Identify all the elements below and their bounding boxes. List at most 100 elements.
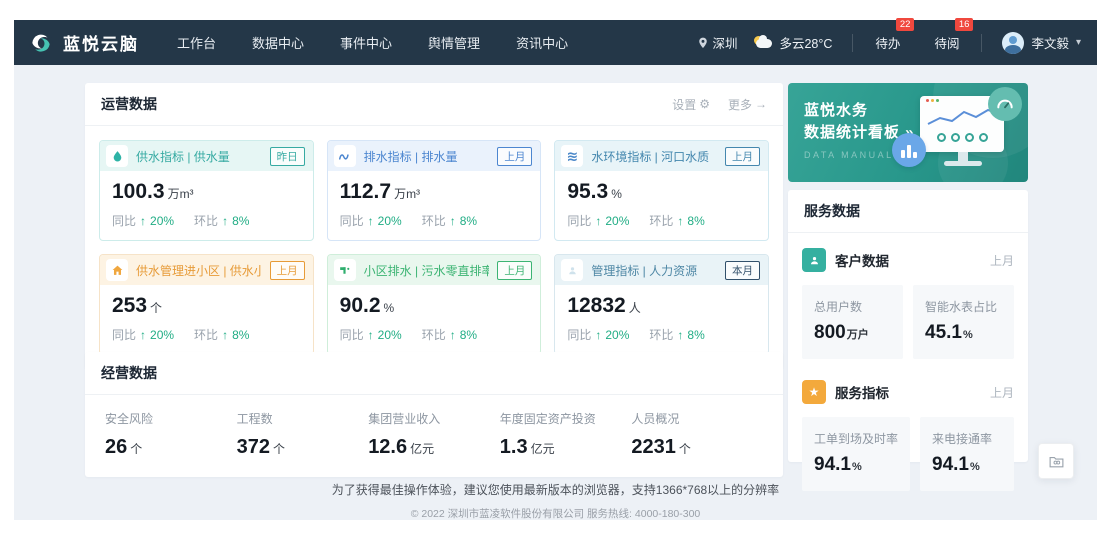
top-navbar: 蓝悦云脑 工作台 数据中心 事件中心 舆情管理 资讯中心 深圳 多云28°C 待…: [14, 20, 1097, 65]
weather: 多云28°C: [753, 33, 832, 52]
donut-charts-icon: [926, 133, 998, 142]
pipe-faucet-icon: [334, 259, 356, 281]
to-read-label: 待阅: [934, 37, 959, 51]
up-arrow-icon: ↑: [368, 328, 374, 342]
stat-personnel: 人员概况 2231个: [631, 410, 763, 459]
service-data-header: 服务数据: [788, 190, 1028, 233]
stat-arrival-rate: 工单到场及时率 94.1%: [802, 417, 910, 491]
period-badge: 本月: [725, 261, 760, 280]
customer-data-header: 客户数据 上月: [788, 233, 1028, 272]
page-footer: 为了获得最佳操作体验，建议您使用最新版本的浏览器，支持1366*768以上的分辨…: [14, 481, 1097, 521]
brand-title: 蓝悦云脑: [63, 30, 139, 55]
star-icon: ★: [802, 380, 826, 404]
card-title: 水环境指标 | 河口水质: [591, 148, 717, 165]
menu-item-event-center[interactable]: 事件中心: [340, 33, 392, 52]
more-label: 更多: [728, 96, 752, 113]
window-dots-icon: [926, 99, 939, 102]
water-drop-icon: [106, 145, 128, 167]
monitor-base: [944, 161, 982, 166]
footer-copyright: © 2022 深圳市蓝凌软件股份有限公司 服务热线: 4000-180-300: [14, 506, 1097, 521]
metric-value: 12832人: [567, 294, 756, 318]
metric-value: 95.3%: [567, 180, 756, 204]
to-read-count-badge: 16: [955, 18, 974, 31]
metric-unit: 个: [150, 301, 162, 315]
menu-item-opinion-mgmt[interactable]: 舆情管理: [428, 33, 480, 52]
metric-trend: 同比↑20% 环比↑8%: [567, 212, 756, 229]
metric-unit: %: [611, 187, 622, 201]
up-arrow-icon: ↑: [450, 214, 456, 228]
card-title: 供水指标 | 供水量: [136, 148, 262, 165]
settings-button[interactable]: 设置 ⚙: [672, 96, 710, 113]
user-menu[interactable]: 李文毅 ▾: [1002, 32, 1081, 54]
card-title: 小区排水 | 污水零直排率: [364, 262, 490, 279]
footer-browser-hint: 为了获得最佳操作体验，建议您使用最新版本的浏览器，支持1366*768以上的分辨…: [14, 481, 1097, 498]
folder-link-icon: [1048, 453, 1065, 470]
metric-value: 112.7万m³: [340, 180, 529, 204]
service-data-title: 服务数据: [804, 201, 860, 221]
up-arrow-icon: ↑: [450, 328, 456, 342]
service-indicator-header: ★ 服务指标 上月: [788, 365, 1028, 404]
metric-trend: 同比↑20% 环比↑8%: [112, 326, 301, 343]
more-button[interactable]: 更多 →: [728, 96, 767, 113]
gauge-icon: [988, 87, 1022, 121]
operations-panel: 运营数据 设置 ⚙ 更多 →: [85, 83, 783, 369]
card-water-supply: 供水指标 | 供水量 昨日 100.3万m³ 同比↑20% 环比↑8%: [99, 140, 314, 241]
card-title: 排水指标 | 排水量: [364, 148, 490, 165]
up-arrow-icon: ↑: [140, 328, 146, 342]
up-arrow-icon: ↑: [222, 214, 228, 228]
cloudy-weather-icon: [753, 36, 773, 50]
quick-links-button[interactable]: [1038, 443, 1074, 479]
menu-item-data-center[interactable]: 数据中心: [252, 33, 304, 52]
stat-projects: 工程数 372个: [237, 410, 369, 459]
menu-item-workbench[interactable]: 工作台: [177, 33, 216, 52]
stat-smart-meter-ratio: 智能水表占比 45.1%: [913, 285, 1014, 359]
up-arrow-icon: ↑: [140, 214, 146, 228]
metric-trend: 同比↑20% 环比↑8%: [340, 326, 529, 343]
card-community-supply: 供水管理进小区 | 供水小区量 上月 253个 同比↑20% 环比↑8%: [99, 254, 314, 355]
up-arrow-icon: ↑: [677, 214, 683, 228]
up-arrow-icon: ↑: [595, 328, 601, 342]
menu-item-info-center[interactable]: 资讯中心: [516, 33, 568, 52]
to-read-button[interactable]: 待阅 16: [932, 33, 961, 52]
period-badge: 昨日: [270, 147, 305, 166]
stat-group-revenue: 集团营业收入 12.6亿元: [368, 410, 500, 459]
house-icon: [106, 259, 128, 281]
chevron-down-icon: ▾: [1076, 37, 1081, 48]
business-title: 经营数据: [101, 363, 157, 383]
period-badge: 上月: [497, 261, 532, 280]
period-badge: 上月: [725, 147, 760, 166]
todo-button[interactable]: 待办 22: [873, 33, 902, 52]
customer-data-title: 客户数据: [835, 250, 990, 270]
card-drainage: 排水指标 | 排水量 上月 112.7万m³ 同比↑20% 环比↑8%: [327, 140, 542, 241]
gear-icon: ⚙: [699, 97, 710, 111]
metric-unit: 万m³: [168, 187, 194, 201]
up-arrow-icon: ↑: [368, 214, 374, 228]
card-sewage-rate: 小区排水 | 污水零直排率 上月 90.2% 同比↑20% 环比↑8%: [327, 254, 542, 355]
business-panel: 经营数据 安全风险 26个 工程数 372个 集团营业收入 12.6亿元 年度固…: [85, 352, 783, 477]
stat-safety-risk: 安全风险 26个: [105, 410, 237, 459]
business-header: 经营数据: [85, 352, 783, 395]
metric-trend: 同比↑20% 环比↑8%: [567, 326, 756, 343]
main-menu: 工作台 数据中心 事件中心 舆情管理 资讯中心: [177, 33, 568, 52]
service-indicator-title: 服务指标: [835, 382, 990, 402]
brand-logo-icon: [28, 30, 54, 56]
waves-icon: ≋: [561, 145, 583, 167]
divider: [852, 34, 853, 52]
up-arrow-icon: ↑: [677, 328, 683, 342]
customer-period: 上月: [990, 252, 1014, 269]
business-stats: 安全风险 26个 工程数 372个 集团营业收入 12.6亿元 年度固定资产投资…: [85, 395, 783, 477]
metric-value: 253个: [112, 294, 301, 318]
card-title: 供水管理进小区 | 供水小区量: [136, 262, 262, 279]
service-period: 上月: [990, 384, 1014, 401]
todo-count-badge: 22: [896, 18, 915, 31]
card-human-resources: 管理指标 | 人力资源 本月 12832人 同比↑20% 环比↑8%: [554, 254, 769, 355]
navbar-right: 深圳 多云28°C 待办 22 待阅 16 李文毅 ▾: [698, 32, 1081, 54]
metric-trend: 同比↑20% 环比↑8%: [340, 212, 529, 229]
data-dashboard-banner[interactable]: 蓝悦水务 数据统计看板 » DATA MANUAL: [788, 83, 1028, 182]
stat-call-answer-rate: 来电接通率 94.1%: [920, 417, 1014, 491]
location-pin-icon: [698, 37, 708, 49]
service-data-panel: 服务数据 客户数据 上月 总用户数 800万户 智能水表占比 45.1%: [788, 190, 1028, 462]
period-badge: 上月: [497, 147, 532, 166]
main-content: 运营数据 设置 ⚙ 更多 →: [14, 65, 1097, 520]
stat-annual-investment: 年度固定资产投资 1.3亿元: [500, 410, 632, 459]
